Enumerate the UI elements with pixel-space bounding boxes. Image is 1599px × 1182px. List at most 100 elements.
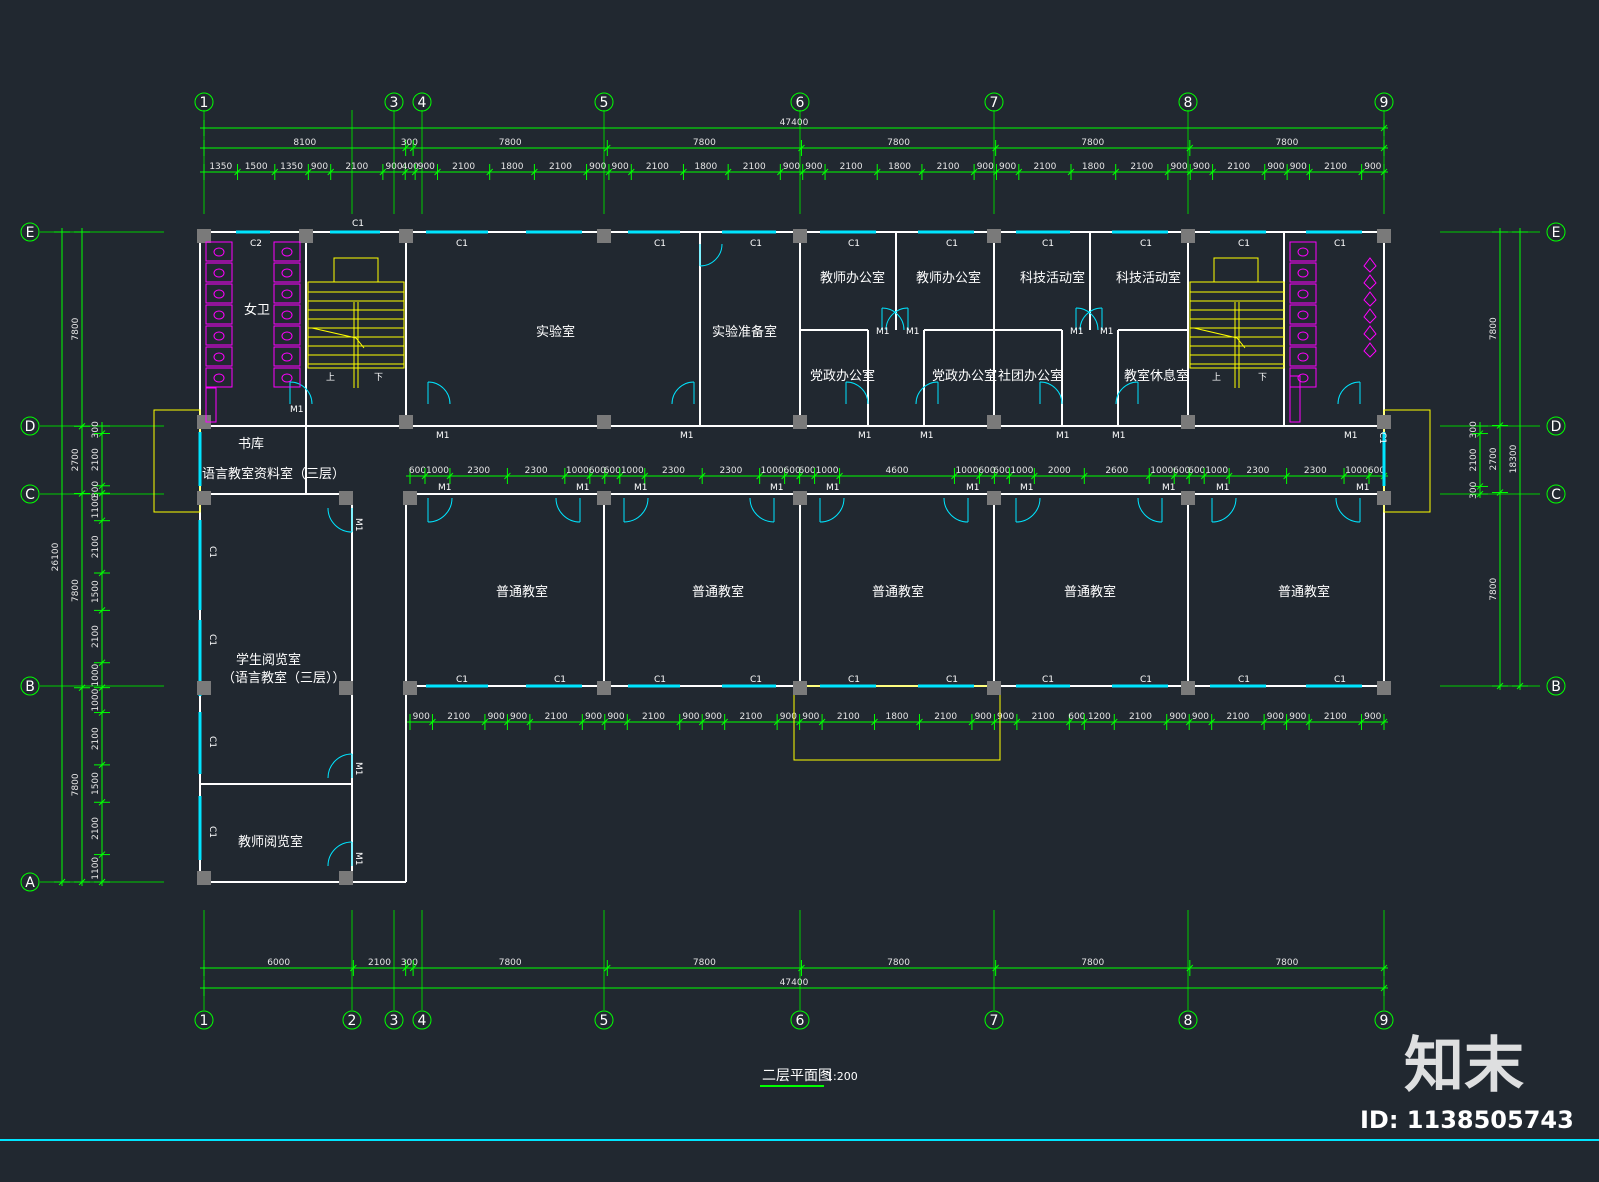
dim-left-inner-value: 1100 (91, 857, 101, 880)
room-club-office: 社团办公室 (998, 368, 1063, 384)
stair-up-label-east: 上 (1212, 372, 1221, 383)
dim-left-outer-value: 2700 (71, 448, 81, 471)
axis-bubble-left-B: B (20, 676, 40, 696)
room-language-material: 语言教室资料室（三层） (202, 466, 345, 482)
axis-bubble-left-D: D (20, 416, 40, 436)
column (197, 229, 211, 243)
dim-left-total: 26100 (51, 228, 70, 886)
door-swing (623, 497, 649, 523)
dim-bottom-bays: 6000 2100 300 7800 7800 7800 7800 7800 (200, 958, 1388, 976)
dim-left-inner-value: 1000 (91, 688, 101, 711)
tag-window: C1 (1140, 675, 1152, 685)
axis-bubble-right-E: E (1546, 222, 1566, 242)
axis-bubble-bottom-5: 5 (594, 1010, 614, 1030)
room-classroom-5: 普通教室 (1278, 584, 1330, 600)
dim-corridor-value: 1000 (621, 466, 644, 476)
column (1181, 491, 1195, 505)
tag-window: C1 (1140, 239, 1152, 249)
tag-door: M1 (770, 483, 784, 493)
dim-top-sub-value: 2100 (1227, 162, 1250, 172)
stair-down-label-west: 下 (374, 373, 383, 383)
dim-right-inner-value: 2100 (1469, 448, 1479, 471)
dim-below-classrooms-value: 2100 (1226, 712, 1249, 722)
dim-left-inner-value: 1000 (91, 663, 101, 686)
dim-bottom-bays-value: 7800 (499, 958, 522, 968)
column (1377, 681, 1391, 695)
tag-window: C1 (1042, 675, 1054, 685)
toilet-fixtures (205, 241, 1377, 423)
door-swing (1015, 497, 1041, 523)
dim-below-classrooms-value: 900 (705, 712, 722, 722)
column (1377, 229, 1391, 243)
column (1377, 415, 1391, 429)
room-labels: 女卫 实验室 实验准备室 教师办公室 教师办公室 科技活动室 科技活动室 党政办… (202, 270, 1330, 850)
dim-bottom-bays-value: 2100 (368, 958, 391, 968)
tag-window: C1 (207, 546, 217, 558)
column (403, 681, 417, 695)
room-womens-wc: 女卫 (244, 302, 270, 318)
floor-plan-drawing: 47400 8100 300 7800 7800 7800 7800 7800 1350 1500… (0, 92, 1599, 1141)
dim-left-outer: 7800 2700 7800 7800 (71, 228, 90, 886)
window-openings (198, 230, 1386, 860)
axis-bubble-top-9: 9 (1374, 92, 1394, 112)
dim-below-classrooms-value: 900 (802, 712, 819, 722)
column (197, 491, 211, 505)
dim-below-classrooms-value: 900 (1169, 712, 1186, 722)
tag-window: C1 (750, 675, 762, 685)
dim-top-bays-value: 7800 (887, 138, 910, 148)
dim-corridor-value: 4600 (886, 466, 909, 476)
column (197, 871, 211, 885)
axis-bubble-bottom-2: 2 (342, 1010, 362, 1030)
column (597, 491, 611, 505)
dim-top-bays-value: 7800 (693, 138, 716, 148)
dim-below-classrooms-value: 2100 (1324, 712, 1347, 722)
tag-window: C1 (750, 239, 762, 249)
door-swing (327, 507, 353, 533)
tag-door: M1 (680, 431, 694, 441)
tag-door: M1 (1162, 483, 1176, 493)
dim-left-inner-value: 1500 (91, 580, 101, 603)
dim-bottom-bays-value: 7800 (1275, 958, 1298, 968)
tag-window: C2 (250, 239, 262, 249)
tag-window: C1 (1377, 432, 1387, 444)
svg-text:6: 6 (796, 95, 805, 111)
tag-door: M1 (634, 483, 648, 493)
svg-text:C: C (25, 487, 35, 503)
door-swing (915, 381, 939, 405)
dim-right-outer-value: 7800 (1489, 317, 1499, 340)
axis-bubble-right-C: C (1546, 484, 1566, 504)
dim-bottom-bays-value: 300 (401, 958, 418, 968)
tag-door: M1 (906, 327, 920, 337)
tag-door: M1 (1070, 327, 1084, 337)
dim-corridor-value: 600 (604, 466, 621, 476)
column (597, 229, 611, 243)
column (1181, 229, 1195, 243)
svg-text:1: 1 (200, 95, 209, 111)
room-teacher-reading: 教师阅览室 (238, 834, 303, 850)
door-swing (327, 841, 353, 867)
dim-below-classrooms-value: 900 (1267, 712, 1284, 722)
dim-total-bottom: 47400 (200, 978, 1388, 996)
dim-top-sub-value: 900 (1193, 162, 1210, 172)
tag-door: M1 (1100, 327, 1114, 337)
door-swing (1211, 497, 1237, 523)
tag-door: M1 (826, 483, 840, 493)
dim-below-classrooms-value: 900 (1364, 712, 1381, 722)
dim-corridor-value: 2300 (1246, 466, 1269, 476)
dim-bottom-bays-value: 7800 (887, 958, 910, 968)
dim-below-classrooms-value: 900 (510, 712, 527, 722)
dim-left-inner-value: 2100 (91, 448, 101, 471)
dim-below-classrooms-value: 2100 (1032, 712, 1055, 722)
column (403, 491, 417, 505)
tag-door: M1 (438, 483, 452, 493)
dim-below-classrooms-value: 2100 (545, 712, 568, 722)
dim-left-inner-value: 2100 (91, 817, 101, 840)
dim-corridor-value: 600 (409, 466, 426, 476)
column (1181, 415, 1195, 429)
door-swing (289, 381, 313, 405)
room-classroom-4: 普通教室 (1064, 584, 1116, 600)
tag-door: M1 (436, 431, 450, 441)
dim-below-classrooms-value: 900 (1192, 712, 1209, 722)
dim-total-bottom-value: 47400 (780, 978, 809, 988)
dim-bottom-bays-value: 6000 (267, 958, 290, 968)
